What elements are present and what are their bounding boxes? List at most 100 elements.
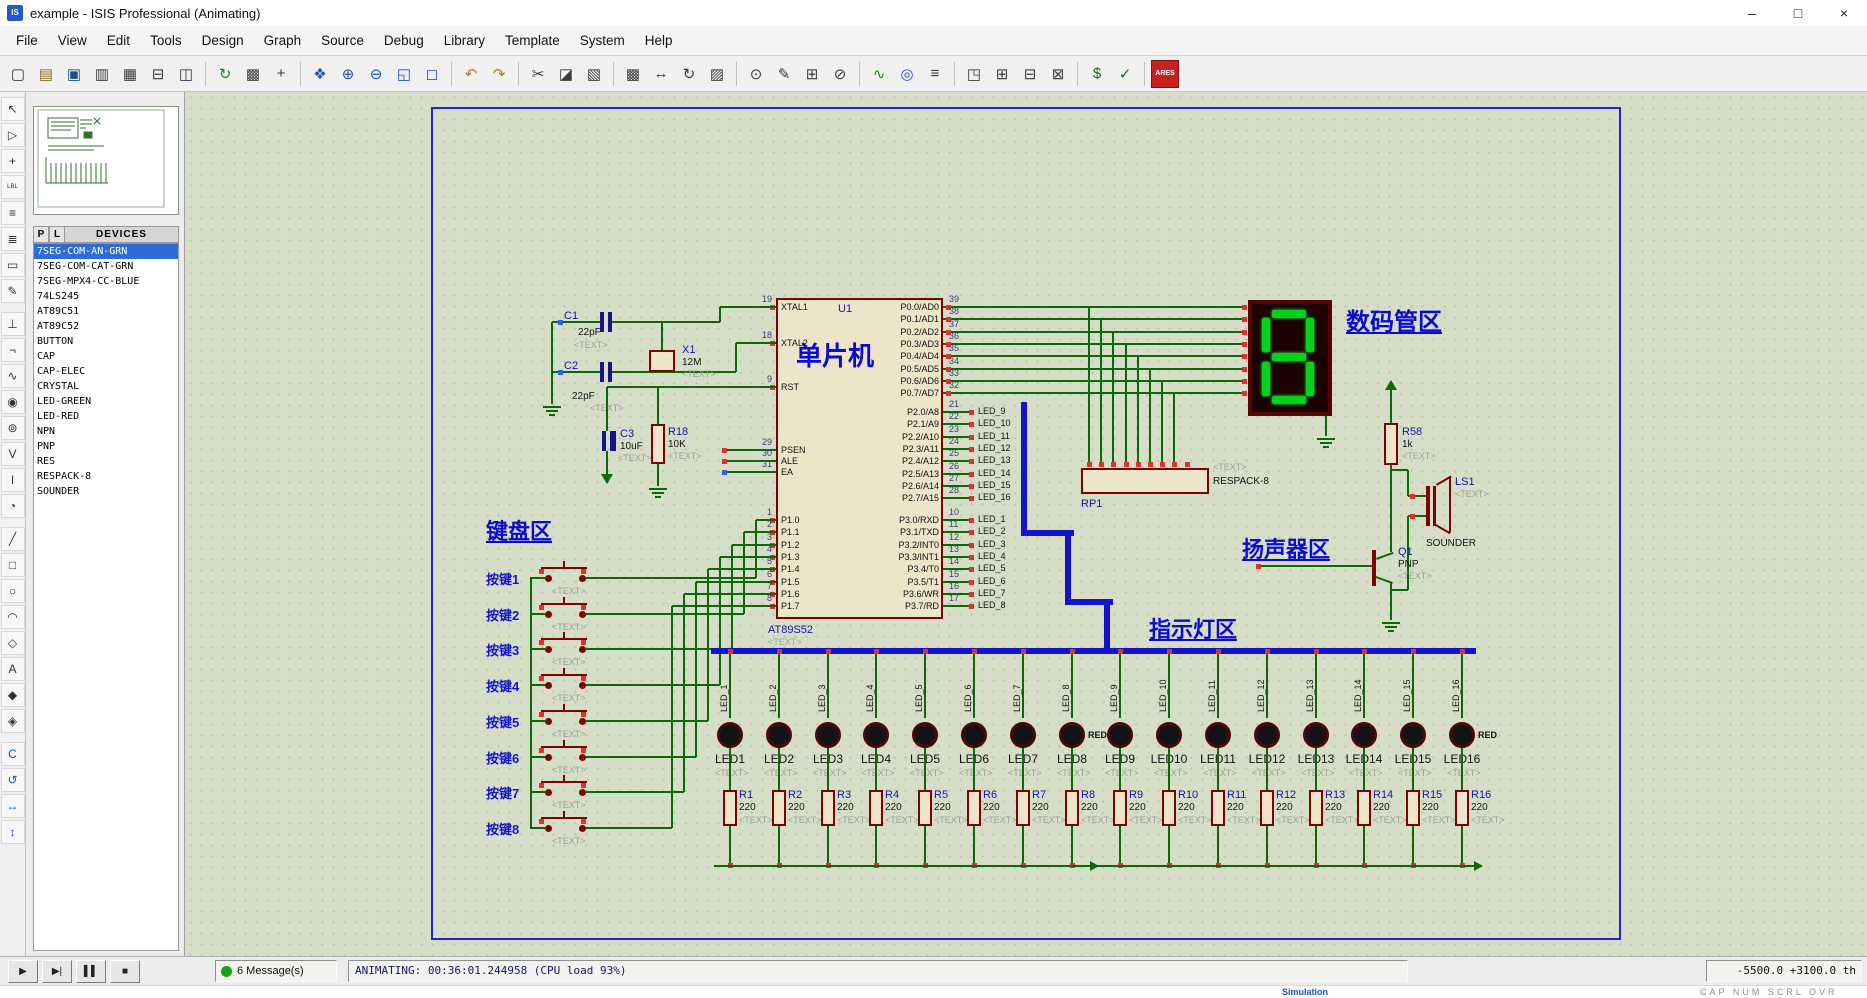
menu-system[interactable]: System: [570, 26, 635, 56]
led-indicator[interactable]: [1059, 722, 1085, 748]
goto-sheet-icon[interactable]: ⊠: [1045, 61, 1071, 87]
key-contact[interactable]: [545, 789, 552, 796]
tape-recorder-mode-icon[interactable]: ◉: [1, 390, 25, 414]
current-probe-mode-icon[interactable]: I: [1, 468, 25, 492]
block-rotate-icon[interactable]: ↻: [676, 61, 702, 87]
r58-body[interactable]: [1384, 423, 1398, 465]
key-contact[interactable]: [579, 754, 586, 761]
device-pin-mode-icon[interactable]: ¬: [1, 338, 25, 362]
undo-icon[interactable]: ↶: [458, 61, 484, 87]
2d-circle-mode-icon[interactable]: ○: [1, 579, 25, 603]
wire-label-mode-icon[interactable]: LBL: [1, 175, 25, 199]
led-indicator[interactable]: [863, 722, 889, 748]
device-item-74ls245[interactable]: 74LS245: [34, 289, 178, 304]
led-resistor[interactable]: [1211, 790, 1225, 826]
zoom-all-icon[interactable]: ◻: [419, 61, 445, 87]
led-resistor[interactable]: [967, 790, 981, 826]
device-item-pnp[interactable]: PNP: [34, 439, 178, 454]
led-resistor[interactable]: [1357, 790, 1371, 826]
property-assignment-icon[interactable]: ≡: [922, 61, 948, 87]
device-item-at89c52[interactable]: AT89C52: [34, 319, 178, 334]
pick-devices-button[interactable]: P: [33, 226, 49, 243]
origin-icon[interactable]: +: [268, 61, 294, 87]
key-contact[interactable]: [579, 718, 586, 725]
menu-library[interactable]: Library: [434, 26, 495, 56]
device-item-crystal[interactable]: CRYSTAL: [34, 379, 178, 394]
led-indicator[interactable]: [1205, 722, 1231, 748]
close-button[interactable]: ×: [1821, 0, 1867, 26]
cut-icon[interactable]: ✂: [525, 61, 551, 87]
2d-text-mode-icon[interactable]: A: [1, 657, 25, 681]
key-contact[interactable]: [545, 682, 552, 689]
menu-tools[interactable]: Tools: [140, 26, 192, 56]
device-item-sounder[interactable]: SOUNDER: [34, 484, 178, 499]
key-contact[interactable]: [545, 611, 552, 618]
device-item-7seg-com-an-grn[interactable]: 7SEG-COM-AN-GRN: [34, 244, 178, 259]
pick-parts-icon[interactable]: ⊙: [743, 61, 769, 87]
refresh-icon[interactable]: ↻: [212, 61, 238, 87]
q1-base-bar[interactable]: [1372, 550, 1376, 586]
led-indicator[interactable]: [1254, 722, 1280, 748]
message-indicator[interactable]: 6 Message(s): [215, 960, 337, 982]
led-resistor[interactable]: [1162, 790, 1176, 826]
mark-output-area-icon[interactable]: ◫: [173, 61, 199, 87]
print-icon[interactable]: ⊟: [145, 61, 171, 87]
device-item-cap[interactable]: CAP: [34, 349, 178, 364]
device-item-7seg-mpx4-cc-blue[interactable]: 7SEG-MPX4-CC-BLUE: [34, 274, 178, 289]
menu-view[interactable]: View: [48, 26, 97, 56]
redo-icon[interactable]: ↷: [486, 61, 512, 87]
key-contact[interactable]: [579, 646, 586, 653]
menu-template[interactable]: Template: [495, 26, 570, 56]
make-device-icon[interactable]: ✎: [771, 61, 797, 87]
voltage-probe-mode-icon[interactable]: V: [1, 442, 25, 466]
key-contact[interactable]: [545, 575, 552, 582]
device-item-res[interactable]: RES: [34, 454, 178, 469]
led-indicator[interactable]: [961, 722, 987, 748]
menu-debug[interactable]: Debug: [374, 26, 434, 56]
device-item-7seg-com-cat-grn[interactable]: 7SEG-COM-CAT-GRN: [34, 259, 178, 274]
rotate-clockwise-icon[interactable]: C: [1, 742, 25, 766]
mirror-vertical-icon[interactable]: ↕: [1, 820, 25, 844]
led-indicator[interactable]: [1303, 722, 1329, 748]
pan-icon[interactable]: ❖: [307, 61, 333, 87]
block-move-icon[interactable]: ↔: [648, 61, 674, 87]
maximize-button[interactable]: □: [1775, 0, 1821, 26]
electrical-check-icon[interactable]: ✓: [1112, 61, 1138, 87]
menu-edit[interactable]: Edit: [97, 26, 140, 56]
led-indicator[interactable]: [766, 722, 792, 748]
led-indicator[interactable]: [912, 722, 938, 748]
selection-mode-icon[interactable]: ↖: [1, 97, 25, 121]
led-indicator[interactable]: [815, 722, 841, 748]
key-contact[interactable]: [545, 646, 552, 653]
play-button[interactable]: ▶: [8, 960, 38, 983]
device-item-respack-8[interactable]: RESPACK-8: [34, 469, 178, 484]
led-indicator[interactable]: [1107, 722, 1133, 748]
2d-marker-mode-icon[interactable]: ◈: [1, 709, 25, 733]
menu-help[interactable]: Help: [635, 26, 683, 56]
key-contact[interactable]: [545, 754, 552, 761]
device-item-led-red[interactable]: LED-RED: [34, 409, 178, 424]
block-copy-icon[interactable]: ▩: [620, 61, 646, 87]
design-explorer-icon[interactable]: ◳: [961, 61, 987, 87]
led-resistor[interactable]: [1455, 790, 1469, 826]
generator-mode-icon[interactable]: ⊚: [1, 416, 25, 440]
save-file-icon[interactable]: ▣: [61, 61, 87, 87]
block-delete-icon[interactable]: ▨: [704, 61, 730, 87]
led-resistor[interactable]: [1113, 790, 1127, 826]
device-item-npn[interactable]: NPN: [34, 424, 178, 439]
schematic-canvas[interactable]: U1单片机AT89S52<TEXT>19XTAL118XTAL29RST29PS…: [185, 92, 1867, 957]
device-item-button[interactable]: BUTTON: [34, 334, 178, 349]
led-resistor[interactable]: [772, 790, 786, 826]
open-file-icon[interactable]: ▤: [33, 61, 59, 87]
bill-of-materials-icon[interactable]: $: [1084, 61, 1110, 87]
text-script-mode-icon[interactable]: ≡: [1, 201, 25, 225]
led-resistor[interactable]: [869, 790, 883, 826]
new-file-icon[interactable]: ▢: [5, 61, 31, 87]
virtual-instruments-mode-icon[interactable]: ◔: [1, 494, 25, 518]
copy-icon[interactable]: ◪: [553, 61, 579, 87]
2d-arc-mode-icon[interactable]: ◠: [1, 605, 25, 629]
wire-autorouter-icon[interactable]: ∿: [866, 61, 892, 87]
device-item-led-green[interactable]: LED-GREEN: [34, 394, 178, 409]
new-sheet-icon[interactable]: ⊞: [989, 61, 1015, 87]
rp1-body[interactable]: [1081, 468, 1209, 494]
